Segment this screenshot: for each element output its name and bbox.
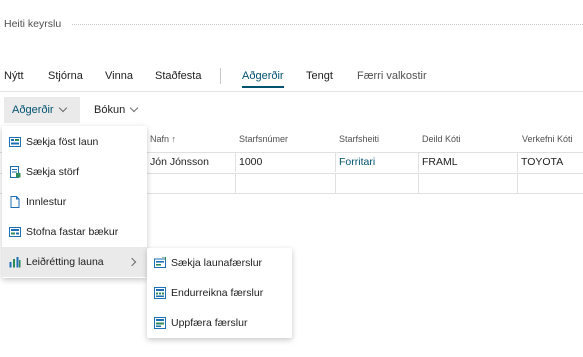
payroll-correction-icon — [9, 256, 21, 268]
actions-dropdown-button[interactable]: Aðgerðir — [4, 97, 80, 123]
recalculate-entries-icon — [154, 287, 166, 299]
column-header-name[interactable]: Nafn ↑ — [147, 128, 176, 150]
cell-job-title[interactable]: Forritari — [335, 152, 418, 172]
chevron-down-icon — [58, 103, 67, 113]
submenu-item-label: Sækja launafærslur — [171, 257, 263, 269]
bookings-dropdown-label: Bókun — [94, 104, 126, 116]
menu-item-payroll-correction[interactable]: Leiðrétting launa — [2, 247, 147, 277]
run-name-label: Heiti keyrslu — [4, 18, 62, 30]
menu-item-label: Leiðrétting launa — [26, 256, 104, 268]
submenu-item-recalculate-entries[interactable]: Endurreikna færslur — [147, 278, 292, 308]
fetch-payroll-entries-icon — [154, 256, 166, 269]
actions-dropdown-label: Aðgerðir — [12, 104, 54, 116]
menu-item-import[interactable]: Innlestur — [2, 187, 147, 217]
actions-menu: Sækja föst laun Sækja störf Innlestur St… — [2, 126, 147, 278]
title-row: Heiti keyrslu — [0, 0, 583, 56]
menu-item-label: Innlestur — [26, 196, 67, 208]
fetch-jobs-icon — [9, 166, 21, 178]
submenu-item-fetch-payroll-entries[interactable]: Sækja launafærslur — [147, 248, 292, 278]
menu-item-label: Sækja störf — [26, 166, 80, 178]
menu-item-label: Sækja föst laun — [26, 136, 99, 148]
empty-cell[interactable] — [418, 173, 518, 193]
action-post[interactable]: Staðfesta — [155, 70, 201, 82]
action-actions[interactable]: Aðgerðir — [242, 70, 284, 88]
action-fewer-options[interactable]: Færri valkostir — [357, 70, 427, 82]
fetch-fixed-pay-icon — [9, 136, 21, 148]
create-journals-icon — [9, 226, 21, 238]
column-header-job-title[interactable]: Starfsheiti — [336, 128, 379, 150]
run-name-field[interactable] — [72, 24, 583, 25]
empty-cell[interactable] — [517, 173, 583, 193]
submenu-item-label: Endurreikna færslur — [171, 287, 264, 299]
update-entries-icon — [154, 317, 166, 329]
action-related[interactable]: Tengt — [306, 70, 333, 82]
submenu-item-update-entries[interactable]: Uppfæra færslur — [147, 308, 292, 338]
action-bar: Nýtt Stjórna Vinna Staðfesta Aðgerðir Te… — [0, 64, 583, 92]
submenu-item-label: Uppfæra færslur — [171, 317, 248, 329]
cell-employee-no[interactable]: 1000 — [235, 152, 335, 172]
column-header-department-code[interactable]: Deild Kóti — [419, 128, 461, 150]
cell-department-code[interactable]: FRAML — [418, 152, 518, 172]
action-manage[interactable]: Stjórna — [48, 70, 83, 82]
column-header-employee-no[interactable]: Starfsnúmer — [236, 128, 288, 150]
empty-cell[interactable] — [335, 173, 418, 193]
bookings-dropdown-button[interactable]: Bókun — [86, 97, 145, 123]
sub-action-bar: Aðgerðir Bókun — [0, 96, 583, 126]
menu-item-create-journals[interactable]: Stofna fastar bækur — [2, 217, 147, 247]
cell-project-code[interactable]: TOYOTA — [517, 152, 583, 172]
import-document-icon — [9, 196, 21, 208]
chevron-right-icon — [127, 257, 137, 267]
payroll-correction-submenu: Sækja launafærslur Endurreikna færslur U… — [147, 248, 292, 338]
cell-name[interactable]: Jón Jónsson — [147, 152, 236, 172]
menu-item-fetch-jobs[interactable]: Sækja störf — [2, 157, 147, 187]
chevron-down-icon — [129, 103, 139, 113]
action-new[interactable]: Nýtt — [4, 70, 24, 82]
menu-item-label: Stofna fastar bækur — [26, 226, 119, 238]
menu-item-fetch-fixed-pay[interactable]: Sækja föst laun — [2, 127, 147, 157]
column-header-project-code[interactable]: Verkefni Kóti — [519, 128, 573, 150]
empty-cell[interactable] — [235, 173, 335, 193]
action-process[interactable]: Vinna — [105, 70, 133, 82]
action-separator — [220, 68, 221, 84]
